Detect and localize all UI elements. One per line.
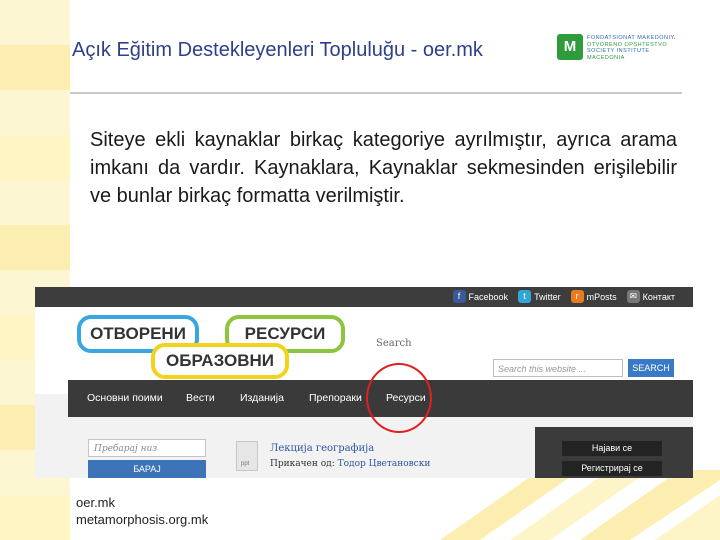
foundation-logo: M FONDATSIONAT MAKEDONIYA OTVORENO OPSHT…	[557, 34, 677, 64]
site-search-label: Search	[376, 338, 412, 349]
resources-search-input[interactable]: Пребарај низ ресурсите	[88, 439, 206, 472]
decor-square	[0, 495, 70, 540]
site-search-input[interactable]: Search this website ...	[493, 359, 623, 377]
social-links: f Facebook t Twitter r mPosts ✉ Контакт	[452, 290, 675, 303]
slide-body-text: Siteye ekli kaynaklar birkaç kategoriye …	[90, 129, 677, 207]
foundation-logo-text: FONDATSIONAT MAKEDONIYA OTVORENO OPSHTES…	[587, 35, 675, 61]
resource-title-link[interactable]: Лекција географија	[270, 443, 374, 454]
mposts-link[interactable]: r mPosts	[570, 290, 617, 303]
nav-item-recommendations[interactable]: Препораки	[309, 380, 362, 417]
nav-item-basic-concepts[interactable]: Основни поими	[87, 380, 163, 417]
slide-footer: oer.mk metamorphosis.org.mk	[76, 494, 208, 528]
resources-search-button[interactable]: БАРАЈ	[88, 460, 206, 478]
contact-link[interactable]: ✉ Контакт	[626, 290, 675, 303]
nav-item-news[interactable]: Вести	[186, 380, 215, 417]
footer-org: metamorphosis.org.mk	[76, 512, 209, 527]
account-panel: Најави се Регистрирај се	[535, 427, 693, 478]
resources-highlight-circle	[366, 363, 432, 433]
decor-square	[0, 135, 70, 180]
mail-icon: ✉	[626, 290, 640, 303]
decor-square	[0, 0, 70, 45]
resource-meta: Прикачен од: Тодор Цветановски	[270, 459, 430, 469]
login-button[interactable]: Најави се	[562, 441, 662, 456]
title-divider	[70, 92, 682, 94]
decor-square	[0, 225, 70, 270]
decor-square	[0, 45, 70, 90]
decor-square	[0, 90, 70, 135]
resource-meta-label: Прикачен од:	[270, 459, 335, 469]
site-search-button[interactable]: SEARCH	[628, 359, 674, 377]
website-top-bar: f Facebook t Twitter r mPosts ✉ Контакт	[35, 287, 693, 307]
facebook-icon: f	[452, 290, 466, 303]
site-logo-word-obrazovni[interactable]: ОБРАЗОВНИ	[151, 343, 289, 379]
facebook-link[interactable]: f Facebook	[452, 290, 509, 303]
decorative-corner-triangles	[440, 470, 720, 540]
resource-author-link[interactable]: Тодор Цветановски	[338, 459, 431, 469]
register-button[interactable]: Регистрирај се	[562, 461, 662, 476]
contact-link-label: Контакт	[642, 291, 675, 302]
facebook-link-label: Facebook	[468, 291, 509, 302]
twitter-link-label: Twitter	[534, 291, 561, 302]
decor-square	[0, 180, 70, 225]
mposts-link-label: mPosts	[586, 291, 617, 302]
website-screenshot: f Facebook t Twitter r mPosts ✉ Контакт …	[35, 287, 693, 478]
logo-line: FONDATSIONAT MAKEDONIYA	[587, 35, 675, 41]
ppt-file-icon: ppt	[236, 441, 258, 471]
twitter-icon: t	[518, 290, 532, 303]
logo-line: MACEDONIA	[587, 54, 625, 61]
footer-site: oer.mk	[76, 495, 116, 510]
rss-icon: r	[570, 290, 584, 303]
twitter-link[interactable]: t Twitter	[518, 290, 561, 303]
nav-item-publications[interactable]: Изданија	[240, 380, 284, 417]
foundation-logo-mark: M	[557, 34, 583, 60]
file-type-tag: ppt	[241, 461, 250, 467]
slide-title: Açık Eğitim Destekleyenleri Topluluğu - …	[72, 39, 483, 61]
